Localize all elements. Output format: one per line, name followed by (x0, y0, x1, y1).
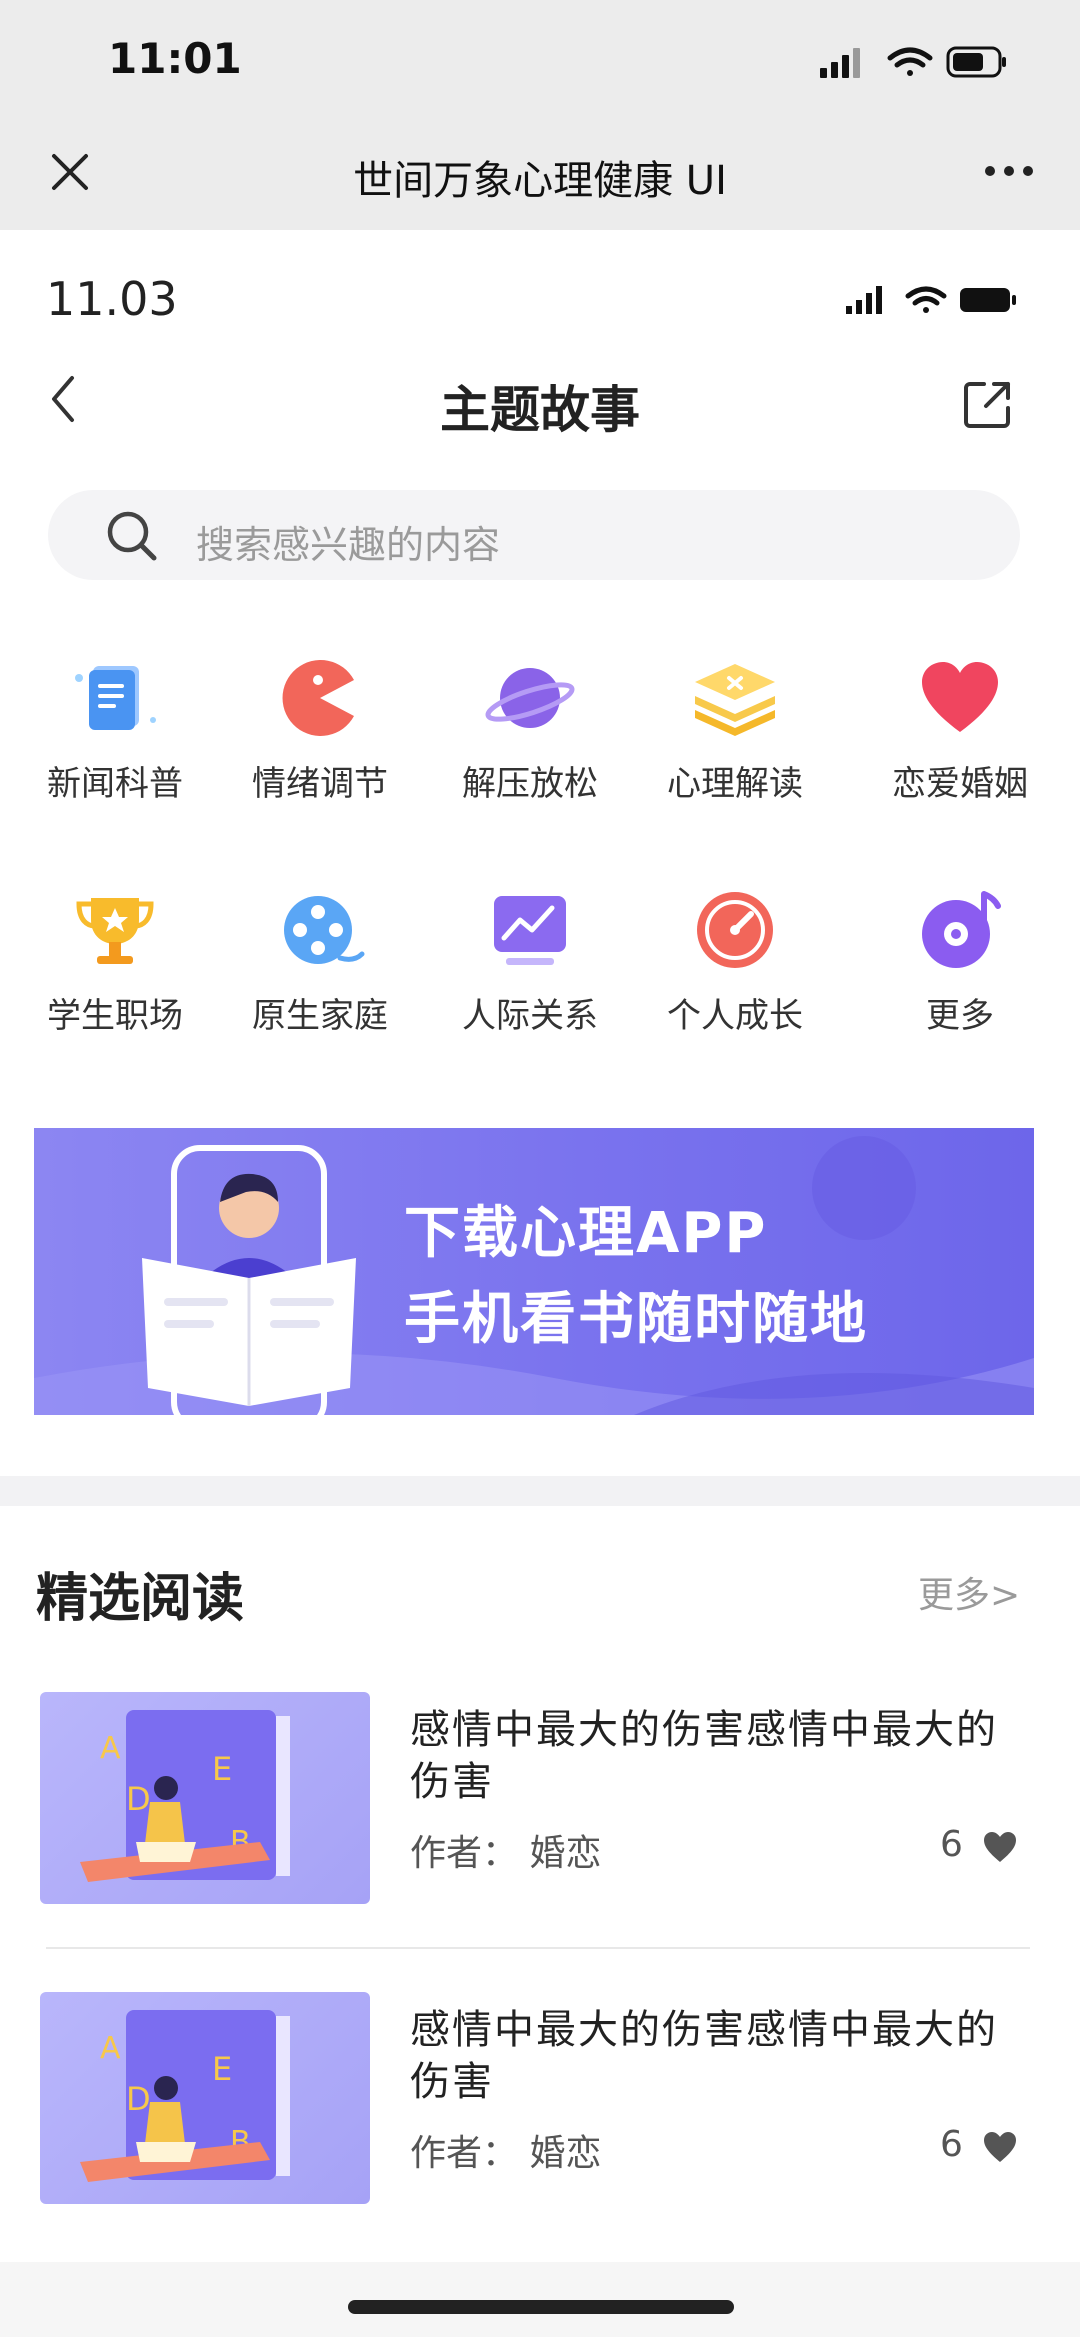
section-divider (0, 1476, 1080, 1506)
category-label: 学生职场 (47, 996, 183, 1036)
inner-status-time: 11.03 (46, 272, 178, 326)
more-options-icon[interactable] (984, 164, 1034, 178)
trophy-icon (76, 898, 154, 964)
category-label: 更多 (926, 996, 994, 1036)
category-relationships[interactable]: 人际关系 (435, 880, 625, 1070)
category-career[interactable]: 学生职场 (20, 880, 210, 1070)
like-heart-icon[interactable] (982, 2130, 1018, 2164)
download-app-banner[interactable]: 下载心理APP 手机看书随时随地 (34, 1128, 1034, 1415)
film-reel-icon (284, 896, 365, 964)
article-title: 感情中最大的伤害感情中最大的伤害 (410, 1707, 998, 1805)
category-label: 解压放松 (462, 764, 598, 804)
article-thumbnail: A E D B (40, 1992, 370, 2204)
banner-line-2: 手机看书随时随地 (404, 1287, 868, 1352)
outer-status-time: 11:01 (108, 34, 242, 83)
category-more[interactable]: 更多 (865, 880, 1055, 1070)
share-icon[interactable] (962, 378, 1014, 430)
search-icon (107, 511, 157, 561)
article-card[interactable]: A E D B 感情中最大的伤害感情中最大的伤害 作者： 婚恋 6 (0, 1692, 1080, 1922)
category-love[interactable]: 恋爱婚姻 (865, 648, 1055, 838)
category-label: 个人成长 (667, 996, 803, 1036)
article-author: 作者： 婚恋 (410, 1833, 602, 1874)
home-indicator[interactable] (348, 2300, 734, 2314)
svg-text:D: D (126, 1780, 151, 1818)
article-title: 感情中最大的伤害感情中最大的伤害 (410, 2007, 998, 2105)
search-bar[interactable] (48, 490, 1020, 580)
category-family[interactable]: 原生家庭 (225, 880, 415, 1070)
svg-text:D: D (126, 2080, 151, 2118)
outer-status-icons (820, 46, 1006, 78)
chart-monitor-icon (494, 896, 566, 965)
nav-title: 世间万象心理健康 UI (353, 158, 727, 204)
battery-icon (960, 288, 1016, 312)
wifi-icon (887, 47, 933, 76)
category-label: 人际关系 (462, 996, 598, 1036)
article-like-count: 6 (940, 2124, 963, 2165)
category-psychology[interactable]: 心理解读 (640, 648, 830, 838)
article-thumbnail: A E D B (40, 1692, 370, 1904)
svg-text:E: E (212, 1750, 232, 1788)
battery-icon (946, 46, 1006, 78)
page-title: 主题故事 (440, 381, 640, 439)
heart-icon (922, 662, 998, 732)
category-label: 新闻科普 (47, 764, 183, 804)
search-input[interactable]: 搜索感兴趣的内容 (196, 514, 500, 569)
banner-line-1: 下载心理APP (404, 1201, 768, 1266)
category-label: 恋爱婚姻 (892, 764, 1028, 804)
svg-text:A: A (100, 1731, 121, 1766)
wifi-icon (905, 286, 947, 313)
stack-icon (695, 664, 775, 736)
inner-status-icons (846, 286, 1016, 314)
pacman-icon (282, 660, 354, 736)
book-reading-illustration: A E D B (80, 1710, 290, 1882)
banner-illustration (34, 1136, 1034, 1415)
article-card[interactable]: A E D B 感情中最大的伤害感情中最大的伤害 作者： 婚恋 6 (0, 1992, 1080, 2222)
signal-icon (846, 286, 882, 314)
news-icon (75, 666, 156, 730)
article-like-count: 6 (940, 1824, 963, 1865)
section-title: 精选阅读 (36, 1569, 245, 1629)
article-author: 作者： 婚恋 (410, 2133, 602, 2174)
category-relax[interactable]: 解压放松 (435, 648, 625, 838)
category-label: 原生家庭 (252, 996, 388, 1036)
book-reading-illustration: A E D B (80, 2010, 290, 2182)
article-separator (46, 1947, 1030, 1949)
category-label: 心理解读 (667, 764, 803, 804)
gauge-icon (697, 892, 773, 968)
category-label: 情绪调节 (252, 764, 388, 804)
signal-icon (820, 48, 860, 78)
category-news[interactable]: 新闻科普 (20, 648, 210, 838)
section-more-link[interactable]: 更多> (918, 1566, 1020, 1618)
like-heart-icon[interactable] (982, 1830, 1018, 1864)
category-growth[interactable]: 个人成长 (640, 880, 830, 1070)
svg-text:E: E (212, 2050, 232, 2088)
music-disc-icon (922, 891, 1001, 968)
planet-icon (485, 668, 575, 728)
category-emotion[interactable]: 情绪调节 (225, 648, 415, 838)
svg-text:A: A (100, 2031, 121, 2066)
